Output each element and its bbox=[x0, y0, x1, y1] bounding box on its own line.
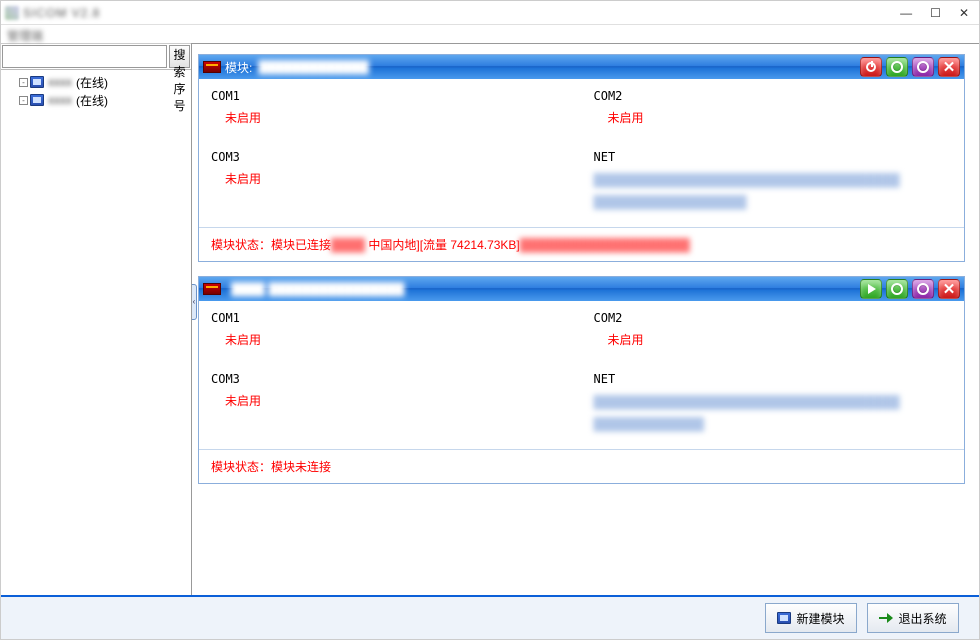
module-header-icon bbox=[203, 61, 221, 73]
content-area: ‹ 模块: █████████████ ✕ COM1 未启用 bbox=[191, 43, 979, 595]
net-cell: NET ████████████████████████████████████… bbox=[582, 362, 965, 449]
card-title-blur: █████████████ bbox=[256, 60, 371, 74]
minimize-button[interactable]: — bbox=[900, 6, 912, 20]
card-header: 模块: █████████████ ✕ bbox=[199, 55, 964, 79]
play-icon bbox=[868, 284, 876, 294]
card-close-button[interactable]: ✕ bbox=[938, 57, 960, 77]
close-button[interactable]: ✕ bbox=[959, 6, 969, 20]
tree-item[interactable]: - xxxx (在线) bbox=[5, 73, 187, 91]
exit-system-button[interactable]: 退出系统 bbox=[867, 603, 959, 633]
new-module-button[interactable]: 新建模块 bbox=[765, 603, 857, 633]
power-button[interactable] bbox=[860, 57, 882, 77]
settings2-button[interactable] bbox=[912, 57, 934, 77]
module-header-icon bbox=[203, 283, 221, 295]
com2-cell: COM2 未启用 bbox=[582, 301, 965, 362]
com1-cell: COM1 未启用 bbox=[199, 79, 582, 140]
com2-cell: COM2 未启用 bbox=[582, 79, 965, 140]
card-status: 模块状态：模块已连接████ 中国内地][流量 74214.73KB]█████… bbox=[199, 227, 964, 261]
app-icon bbox=[5, 6, 19, 20]
maximize-button[interactable]: ☐ bbox=[930, 6, 941, 20]
settings-button[interactable] bbox=[886, 279, 908, 299]
search-button[interactable]: 搜索序号 bbox=[169, 45, 190, 68]
com3-cell: COM3 未启用 bbox=[199, 362, 582, 449]
splitter-handle[interactable]: ‹ bbox=[191, 284, 197, 320]
tree-expand-icon[interactable]: - bbox=[19, 78, 28, 87]
device-icon bbox=[30, 94, 44, 106]
com1-cell: COM1 未启用 bbox=[199, 301, 582, 362]
gear-icon bbox=[891, 283, 903, 295]
bottom-toolbar: 新建模块 退出系统 bbox=[1, 595, 979, 639]
card-title-blur: ████ ████████████████ bbox=[229, 282, 406, 296]
settings2-button[interactable] bbox=[912, 279, 934, 299]
play-button[interactable] bbox=[860, 279, 882, 299]
sidebar: 搜索序号 - xxxx (在线) - xxxx (在线) bbox=[1, 43, 191, 595]
subtitle-bar: 管理端 bbox=[1, 25, 979, 43]
card-close-button[interactable]: ✕ bbox=[938, 279, 960, 299]
card-header: ████ ████████████████ ✕ bbox=[199, 277, 964, 301]
com3-cell: COM3 未启用 bbox=[199, 140, 582, 227]
exit-arrow-icon bbox=[879, 613, 893, 623]
module-icon bbox=[777, 612, 791, 624]
device-icon bbox=[30, 76, 44, 88]
module-card: ████ ████████████████ ✕ COM1 未启用 COM2 未启… bbox=[198, 276, 965, 484]
net-cell: NET ████████████████████████████████████… bbox=[582, 140, 965, 227]
module-card: 模块: █████████████ ✕ COM1 未启用 COM2 未启用 bbox=[198, 54, 965, 262]
gear-icon bbox=[917, 61, 929, 73]
device-tree: - xxxx (在线) - xxxx (在线) bbox=[1, 70, 191, 595]
tree-item[interactable]: - xxxx (在线) bbox=[5, 91, 187, 109]
tree-expand-icon[interactable]: - bbox=[19, 96, 28, 105]
titlebar: SICOM V2.8 — ☐ ✕ bbox=[1, 1, 979, 25]
gear-icon bbox=[917, 283, 929, 295]
settings-button[interactable] bbox=[886, 57, 908, 77]
power-icon bbox=[866, 62, 876, 72]
search-input[interactable] bbox=[2, 45, 167, 68]
window-title: SICOM V2.8 bbox=[23, 6, 100, 20]
gear-icon bbox=[891, 61, 903, 73]
card-status: 模块状态：模块未连接 bbox=[199, 449, 964, 483]
card-title-prefix: 模块: bbox=[225, 59, 252, 76]
